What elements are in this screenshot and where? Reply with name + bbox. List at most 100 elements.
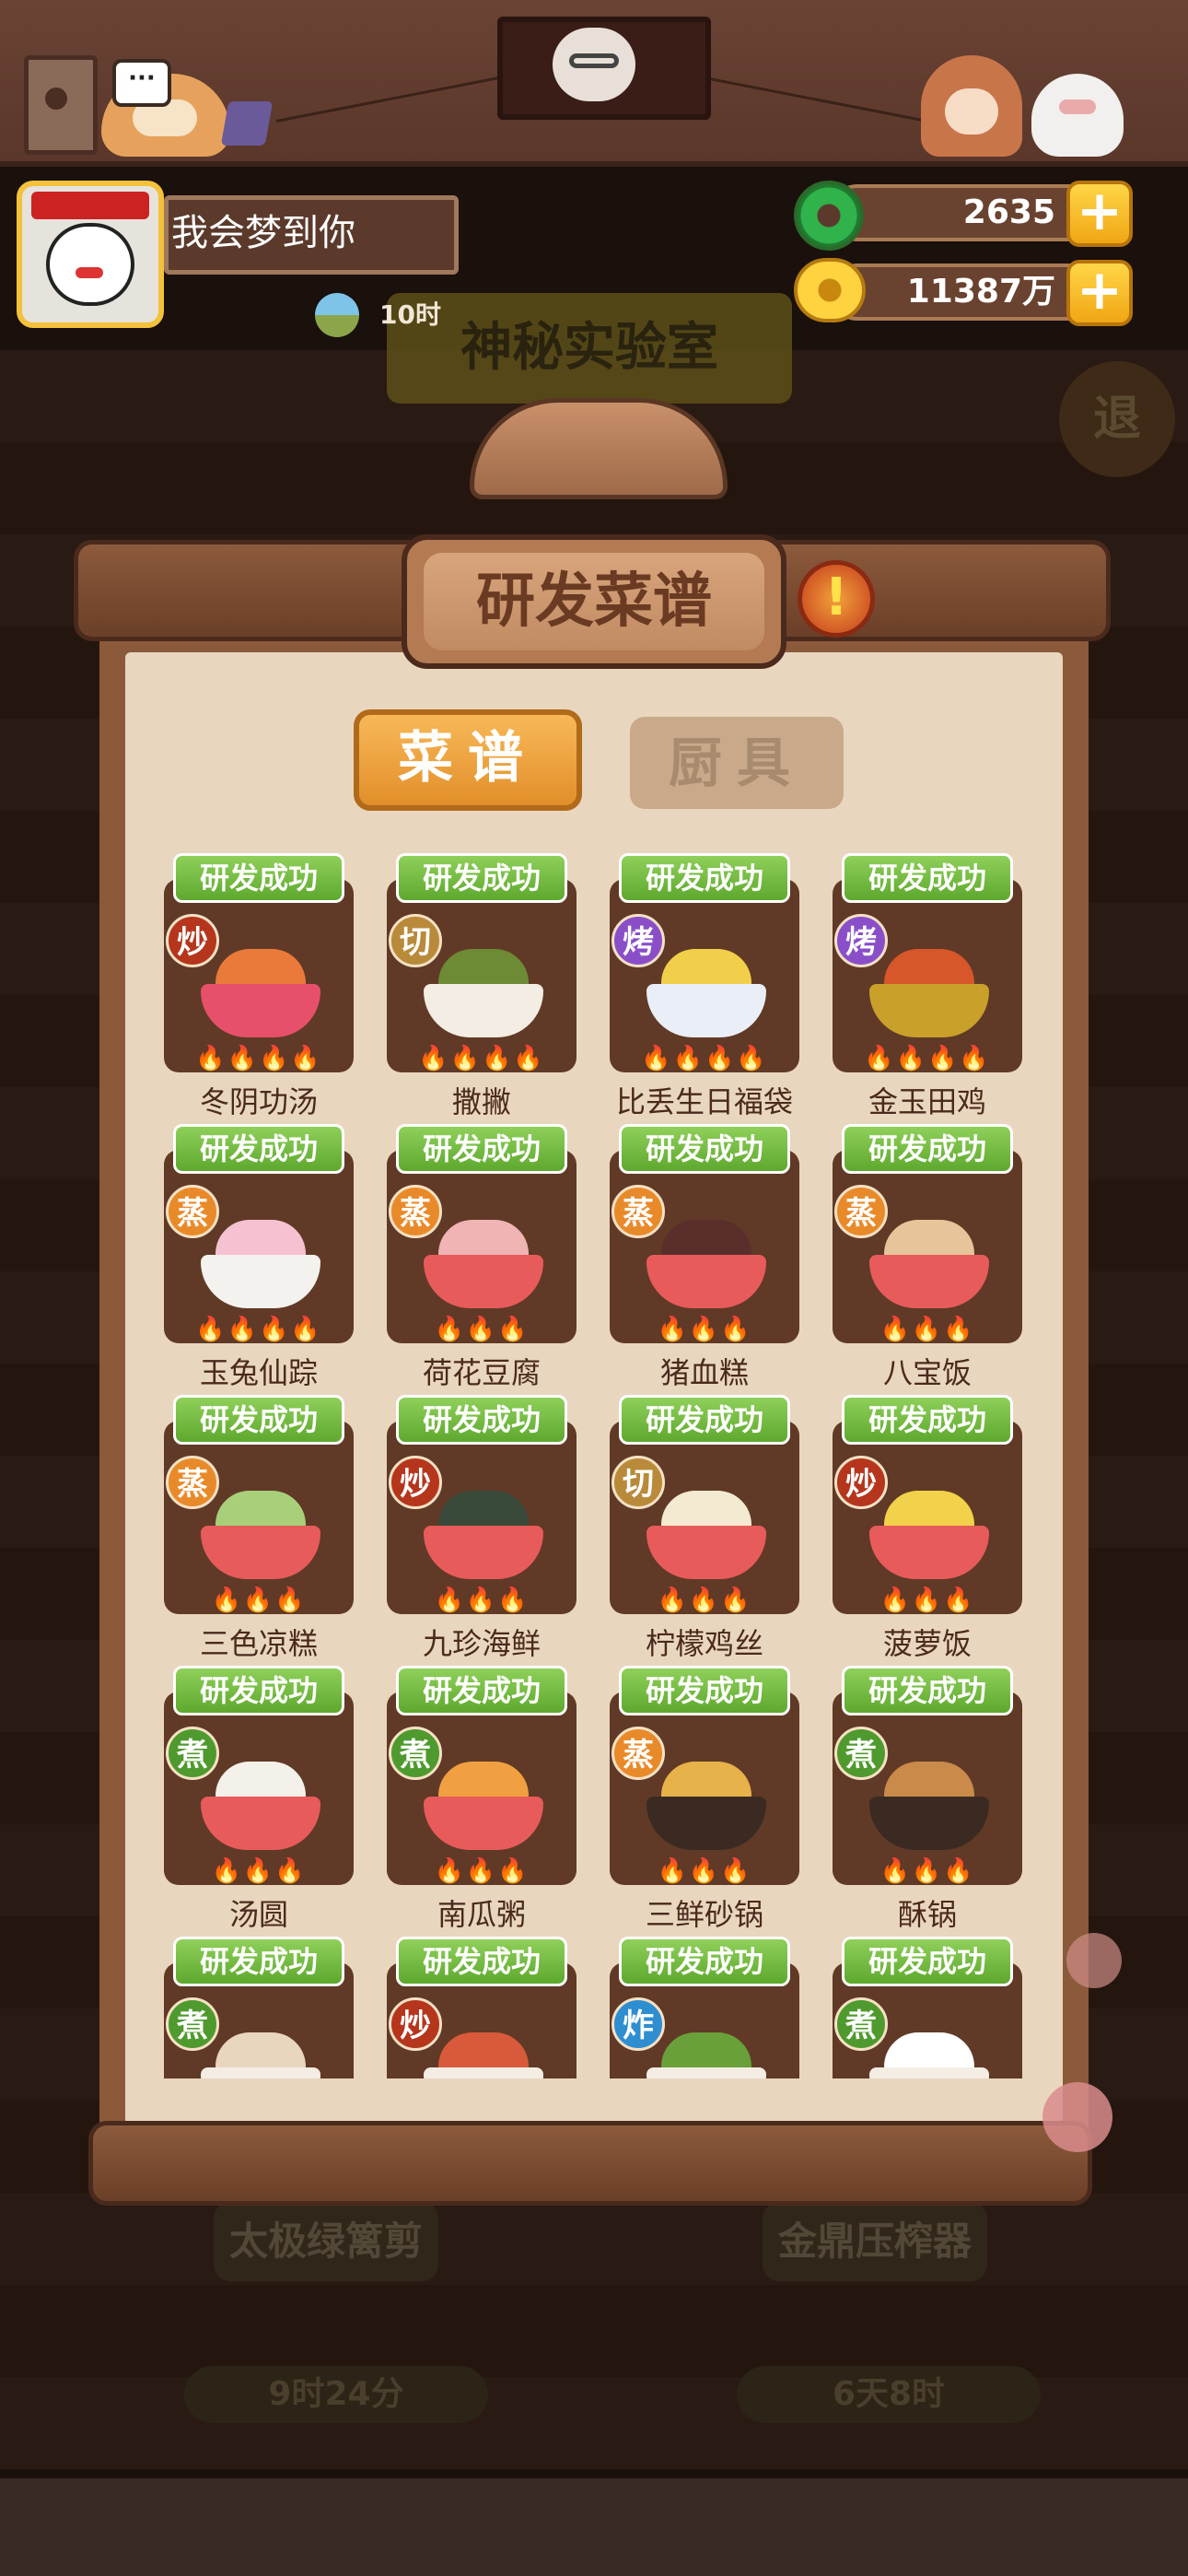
recipe-name: 冬阴功汤 (199, 1084, 318, 1119)
station-timer-right: 6天8时 (737, 2366, 1041, 2423)
gold-coin-icon (794, 258, 866, 322)
heat-level-flames: 🔥🔥🔥 (657, 1587, 752, 1614)
alert-icon[interactable]: ! (798, 560, 875, 638)
recipe-name: 柠檬鸡丝 (645, 1626, 763, 1661)
white-cat-npc[interactable] (1031, 74, 1124, 157)
status-badge: 研发成功 (173, 1124, 344, 1174)
recipe-name: 猪血糕 (659, 1355, 749, 1390)
dish-icon (201, 1749, 320, 1850)
modal-footer-beam (88, 2121, 1092, 2206)
cook-method-badge: 煮 (389, 1727, 442, 1780)
dish-icon (201, 1478, 320, 1579)
heat-level-flames: 🔥🔥🔥 (434, 1857, 530, 1885)
status-badge: 研发成功 (842, 853, 1013, 903)
game-time: 10时 (379, 299, 441, 330)
cook-method-badge: 炒 (389, 1997, 442, 2051)
recipe-name: 汤圆 (228, 1897, 288, 1932)
cook-method-badge: 烤 (834, 914, 888, 967)
cook-method-badge: 蒸 (166, 1456, 219, 1509)
dish-bowl (201, 1797, 320, 1850)
dish-bowl (869, 984, 989, 1037)
dish-icon (424, 1478, 543, 1579)
tab-recipes[interactable]: 菜谱 (354, 709, 582, 811)
dish-bowl (869, 1797, 989, 1850)
girl-npc[interactable] (921, 55, 1022, 157)
dish-bowl (869, 1255, 989, 1308)
recipe-book-icon[interactable] (24, 55, 98, 155)
heat-level-flames: 🔥🔥🔥 (211, 1857, 307, 1885)
recipe-name: 南瓜粥 (437, 1897, 526, 1932)
dish-bowl (201, 1255, 320, 1308)
dish-icon (869, 1749, 989, 1850)
heat-level-flames: 🔥🔥🔥 (879, 1316, 975, 1343)
heat-level-flames: 🔥🔥🔥 (879, 1587, 975, 1614)
weather-icon (315, 293, 359, 337)
status-badge: 研发成功 (842, 1395, 1013, 1445)
cook-method-badge: 炒 (834, 1456, 888, 1509)
status-badge: 研发成功 (173, 1937, 344, 1986)
blossom-icon (1042, 2082, 1112, 2152)
player-name: 我会梦到你 (171, 212, 355, 254)
status-badge: 研发成功 (396, 1666, 567, 1715)
heat-level-flames: 🔥🔥🔥 (434, 1316, 530, 1343)
status-badge: 研发成功 (842, 1666, 1013, 1715)
dish-bowl (646, 1255, 766, 1308)
laptop-icon (220, 101, 274, 146)
cook-method-badge: 蒸 (611, 1727, 665, 1780)
status-badge: 研发成功 (396, 853, 567, 903)
cook-method-badge: 炒 (166, 914, 219, 967)
player-avatar[interactable] (17, 181, 164, 328)
dish-icon (869, 936, 989, 1037)
cook-method-badge: 蒸 (389, 1185, 442, 1238)
recipe-name: 三色凉糕 (199, 1626, 318, 1661)
recipe-grid[interactable]: 研发成功炒 🔥🔥🔥🔥 冬阴功汤 研发成功切 🔥🔥🔥🔥 撒撇 研发成功烤 🔥🔥🔥🔥 比丢生日福袋研… (125, 848, 1063, 2078)
dish-icon (646, 1749, 766, 1850)
dish-bowl (201, 2067, 320, 2078)
dish-bowl (424, 1526, 543, 1579)
status-badge: 研发成功 (619, 1666, 790, 1715)
heat-level-flames: 🔥🔥🔥 (657, 1857, 752, 1885)
modal-title: 研发菜谱 (476, 568, 712, 636)
back-button[interactable]: 退 (1059, 361, 1175, 477)
heat-level-flames: 🔥🔥🔥 (434, 1587, 530, 1614)
dish-bowl (869, 2067, 989, 2078)
cook-method-badge: 蒸 (834, 1185, 888, 1238)
add-gold-button[interactable]: + (1066, 260, 1133, 326)
cook-method-badge: 炸 (611, 1997, 665, 2051)
cook-method-badge: 蒸 (611, 1185, 665, 1238)
avatar-hat (31, 192, 149, 219)
status-badge: 研发成功 (619, 1395, 790, 1445)
bottom-bar (0, 2478, 1188, 2576)
heat-level-flames: 🔥🔥🔥 (657, 1316, 752, 1343)
portrait-cat-icon (553, 28, 635, 101)
lab-sign: 神秘实验室 (387, 293, 792, 404)
recipe-name: 八宝饭 (882, 1355, 972, 1390)
cook-method-badge: 切 (611, 1456, 665, 1509)
dish-bowl (424, 1797, 543, 1850)
status-badge: 研发成功 (173, 1395, 344, 1445)
heat-level-flames: 🔥🔥🔥 (211, 1587, 307, 1614)
dish-icon (424, 1749, 543, 1850)
dish-bowl (646, 2067, 766, 2078)
heat-level-flames: 🔥🔥🔥🔥 (195, 1045, 322, 1072)
station-timer-left: 9时24分 (184, 2366, 488, 2423)
recipe-name: 玉兔仙踪 (199, 1355, 318, 1390)
recipe-name: 三鲜砂锅 (645, 1897, 763, 1932)
dish-bowl (201, 984, 320, 1037)
tab-cookware[interactable]: 厨具 (630, 717, 844, 809)
chat-bubble-icon[interactable]: ··· (112, 59, 171, 107)
dish-icon (646, 936, 766, 1037)
status-badge: 研发成功 (619, 1124, 790, 1174)
status-badge: 研发成功 (619, 853, 790, 903)
dish-icon (424, 936, 543, 1037)
dish-bowl (424, 1255, 543, 1308)
cook-method-badge: 炒 (389, 1456, 442, 1509)
status-badge: 研发成功 (619, 1937, 790, 1986)
dish-bowl (646, 984, 766, 1037)
add-jade-button[interactable]: + (1066, 181, 1133, 247)
recipe-name: 比丢生日福袋 (615, 1084, 793, 1119)
modal-lid (470, 398, 728, 499)
heat-level-flames: 🔥🔥🔥🔥 (195, 1316, 322, 1343)
cook-method-badge: 煮 (166, 1727, 219, 1780)
heat-level-flames: 🔥🔥🔥🔥 (418, 1045, 545, 1072)
